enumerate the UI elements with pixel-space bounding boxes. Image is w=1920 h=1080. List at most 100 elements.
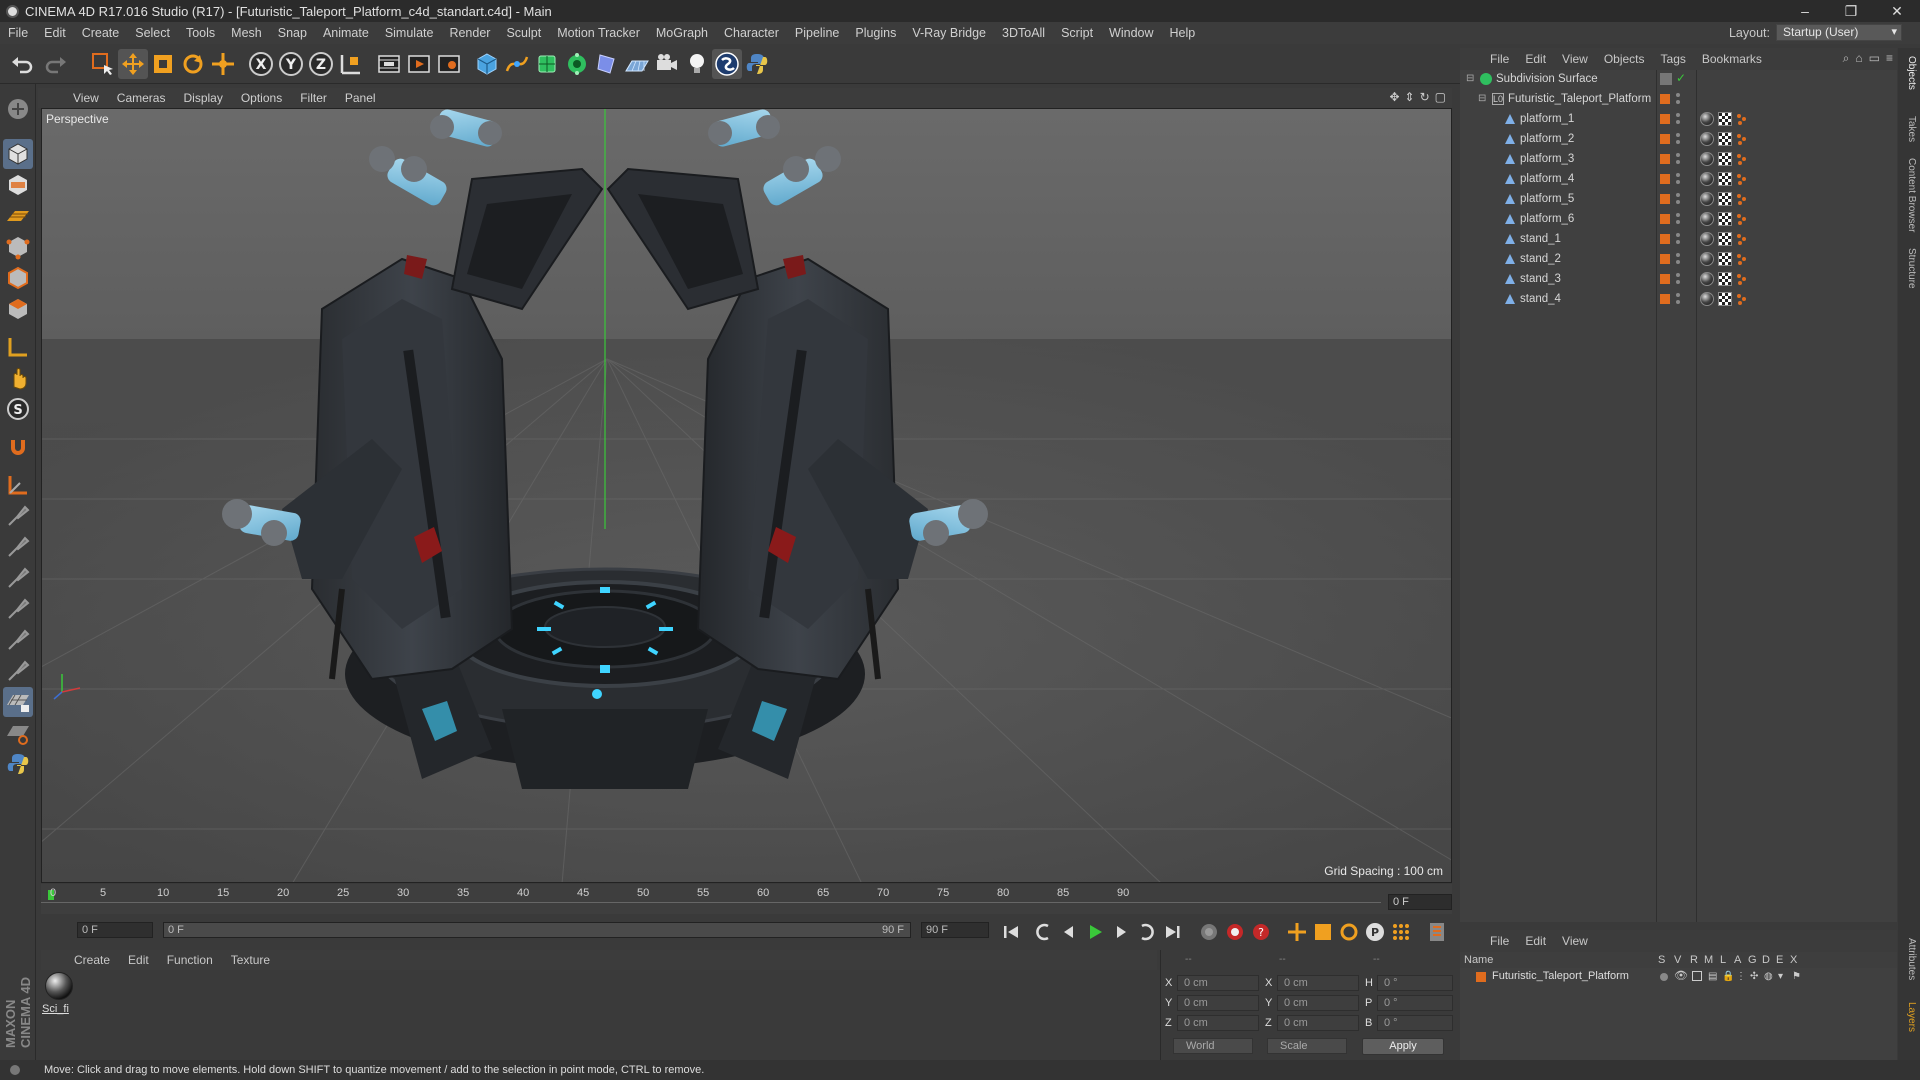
position-x-field[interactable]: 0 cm (1177, 975, 1259, 991)
object-menu-file[interactable]: File (1482, 52, 1517, 66)
object-row-platform-4[interactable]: platform_4 (1460, 170, 1897, 190)
uvw-tag-icon[interactable] (1718, 292, 1732, 306)
tab-objects[interactable]: Objects (1901, 56, 1917, 90)
polygons-mode-icon[interactable] (3, 294, 33, 324)
object-menu-view[interactable]: View (1554, 52, 1596, 66)
menu-create[interactable]: Create (74, 26, 128, 40)
texture-mode-icon[interactable] (3, 170, 33, 200)
menu-simulate[interactable]: Simulate (377, 26, 442, 40)
material-tag-icon[interactable] (1700, 292, 1714, 306)
keyframe-selection-icon[interactable]: ? (1249, 920, 1273, 944)
layer-color-swatch[interactable] (1660, 234, 1670, 244)
maximize-button[interactable]: ❐ (1828, 0, 1874, 22)
collapse-toggle-icon[interactable]: ⊟ (1478, 93, 1486, 104)
material-menu-texture[interactable]: Texture (222, 953, 279, 967)
camera-icon[interactable] (652, 49, 682, 79)
visibility-dots-icon[interactable] (1676, 152, 1681, 166)
object-name[interactable]: platform_4 (1520, 173, 1574, 185)
floor-environment-icon[interactable] (622, 49, 652, 79)
object-row-platform-3[interactable]: platform_3 (1460, 150, 1897, 170)
go-to-start-icon[interactable] (999, 920, 1023, 944)
z-axis-lock-button[interactable]: Z (306, 49, 336, 79)
edges-mode-icon[interactable] (3, 263, 33, 293)
axis-mode-icon[interactable] (3, 332, 33, 362)
frame-range-slider[interactable]: 0 F 90 F (163, 922, 911, 938)
menu-sculpt[interactable]: Sculpt (498, 26, 549, 40)
visibility-dots-icon[interactable] (1676, 252, 1681, 266)
phong-tag-icon[interactable] (1736, 153, 1748, 165)
material-name[interactable]: Sci_fi (42, 1003, 69, 1015)
object-row-platform-1[interactable]: platform_1 (1460, 110, 1897, 130)
object-menu-edit[interactable]: Edit (1517, 52, 1554, 66)
python-script-icon[interactable] (742, 49, 772, 79)
tab-layers[interactable]: Layers (1901, 1002, 1917, 1032)
material-menu-function[interactable]: Function (158, 953, 222, 967)
render-toggle-icon[interactable] (1692, 971, 1702, 981)
viewport-menu-view[interactable]: View (64, 91, 108, 105)
material-menu-edit[interactable]: Edit (119, 953, 158, 967)
mograph-cloner-icon[interactable] (562, 49, 592, 79)
material-tag-icon[interactable] (1700, 112, 1714, 126)
layer-menu-file[interactable]: File (1482, 934, 1517, 948)
rotation-b-field[interactable]: 0 ° (1377, 1015, 1453, 1031)
home-icon[interactable]: ⌂ (1855, 51, 1862, 66)
collapse-toggle-icon[interactable]: ⊟ (1466, 73, 1474, 84)
object-name[interactable]: stand_4 (1520, 293, 1561, 305)
rotation-key-icon[interactable] (1337, 920, 1361, 944)
material-tag-icon[interactable] (1700, 192, 1714, 206)
minimize-button[interactable]: – (1782, 0, 1828, 22)
object-row-stand-2[interactable]: stand_2 (1460, 250, 1897, 270)
visibility-dots-icon[interactable] (1676, 92, 1681, 106)
grid-lock-icon[interactable] (3, 687, 33, 717)
rotation-p-field[interactable]: 0 ° (1377, 995, 1453, 1011)
render-picture-viewer-icon[interactable] (404, 49, 434, 79)
maximize-view-icon[interactable]: ▢ (1435, 90, 1446, 104)
next-frame-icon[interactable] (1109, 920, 1133, 944)
dolly-view-icon[interactable]: ⇕ (1405, 90, 1415, 104)
brush-tool-2-icon[interactable] (3, 532, 33, 562)
layer-color-swatch[interactable] (1660, 254, 1670, 264)
phong-tag-icon[interactable] (1736, 273, 1748, 285)
layer-menu-view[interactable]: View (1554, 934, 1596, 948)
menu-motion-tracker[interactable]: Motion Tracker (549, 26, 648, 40)
object-name[interactable]: stand_1 (1520, 233, 1561, 245)
xref-toggle-icon[interactable]: ⚑ (1792, 971, 1801, 982)
object-row-stand-3[interactable]: stand_3 (1460, 270, 1897, 290)
tweak-mode-icon[interactable] (3, 363, 33, 393)
coordinate-mode-dropdown[interactable]: World (1173, 1038, 1253, 1054)
material-tag-icon[interactable] (1700, 172, 1714, 186)
phong-tag-icon[interactable] (1736, 113, 1748, 125)
autokey-icon[interactable] (1223, 920, 1247, 944)
menu-snap[interactable]: Snap (270, 26, 315, 40)
layer-color-swatch[interactable] (1660, 194, 1670, 204)
apply-button[interactable]: Apply (1362, 1038, 1444, 1055)
object-name[interactable]: stand_2 (1520, 253, 1561, 265)
phong-tag-icon[interactable] (1736, 193, 1748, 205)
pan-view-icon[interactable]: ✥ (1389, 90, 1399, 104)
render-view-icon[interactable] (374, 49, 404, 79)
solo-dot-icon[interactable] (1660, 973, 1668, 981)
object-name[interactable]: stand_3 (1520, 273, 1561, 285)
menu-script[interactable]: Script (1053, 26, 1101, 40)
scale-tool-icon[interactable] (148, 49, 178, 79)
layer-row[interactable]: Futuristic_Taleport_Platform 👁 ▤ 🔒 ⋮ ✣ ◍… (1460, 968, 1897, 986)
uvw-tag-icon[interactable] (1718, 232, 1732, 246)
visibility-dots-icon[interactable] (1676, 112, 1681, 126)
uvw-tag-icon[interactable] (1718, 112, 1732, 126)
deformer-icon[interactable] (592, 49, 622, 79)
menu-plugins[interactable]: Plugins (847, 26, 904, 40)
animation-toggle-icon[interactable]: ⋮ (1736, 971, 1746, 982)
material-menu-create[interactable]: Create (65, 953, 119, 967)
uvw-tag-icon[interactable] (1718, 172, 1732, 186)
phong-tag-icon[interactable] (1736, 293, 1748, 305)
size-z-field[interactable]: 0 cm (1277, 1015, 1359, 1031)
visibility-dots-icon[interactable] (1676, 172, 1681, 186)
tab-attributes[interactable]: Attributes (1901, 938, 1917, 980)
menu-help[interactable]: Help (1162, 26, 1204, 40)
uvw-tag-icon[interactable] (1718, 212, 1732, 226)
generator-toggle-icon[interactable]: ✣ (1750, 971, 1758, 982)
x-axis-lock-button[interactable]: X (246, 49, 276, 79)
redo-icon[interactable] (40, 49, 70, 79)
points-mode-icon[interactable] (3, 232, 33, 262)
uvw-tag-icon[interactable] (1718, 152, 1732, 166)
